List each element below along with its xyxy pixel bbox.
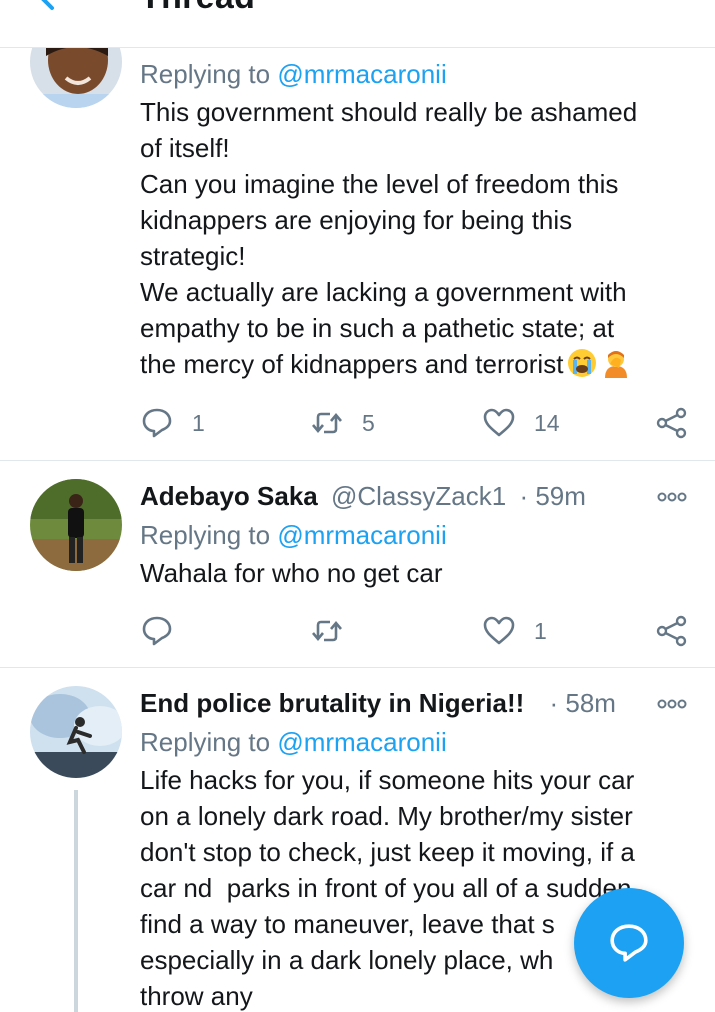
thread-connector bbox=[74, 790, 78, 1012]
tweet-line: Wahala for who no get car bbox=[140, 558, 443, 588]
reply-button[interactable] bbox=[140, 613, 192, 649]
share-icon bbox=[656, 407, 687, 439]
compose-reply-icon bbox=[610, 924, 648, 962]
share-button[interactable] bbox=[655, 613, 689, 649]
avatar[interactable] bbox=[30, 686, 122, 778]
crying-face-icon bbox=[568, 349, 597, 377]
share-icon bbox=[656, 615, 687, 647]
like-button[interactable]: 14 bbox=[482, 405, 560, 441]
compose-reply-button[interactable] bbox=[574, 888, 684, 998]
tweet-line: of itself! bbox=[140, 133, 230, 163]
mention-link[interactable]: @mrmacaronii bbox=[277, 59, 446, 89]
heart-icon bbox=[483, 616, 515, 645]
top-bar: Thread bbox=[0, 0, 715, 48]
more-icon[interactable] bbox=[657, 491, 687, 503]
tweet-line: don't stop to check, just keep it moving… bbox=[140, 837, 635, 867]
back-arrow-icon[interactable] bbox=[30, 0, 66, 14]
tweet-actions: 1 bbox=[140, 613, 690, 649]
tweet-line: Life hacks for you, if someone hits your… bbox=[140, 765, 635, 795]
tweet-line: empathy to be in such a pathetic state; … bbox=[140, 313, 615, 343]
tweet-header: Adebayo Saka @ClassyZack1 · 59m bbox=[140, 481, 685, 511]
tweet-line: strategic! bbox=[140, 241, 246, 271]
tweet-line: This government should really be ashamed bbox=[140, 97, 638, 127]
tweet-line: We actually are lacking a government wit… bbox=[140, 277, 627, 307]
heart-icon bbox=[483, 408, 515, 437]
replying-to: Replying to @mrmacaronii bbox=[140, 520, 447, 550]
retweet-icon bbox=[312, 620, 342, 642]
tweet-text: This government should really be ashamed… bbox=[140, 94, 685, 382]
tweet-line: Can you imagine the level of freedom thi… bbox=[140, 169, 619, 199]
reply-icon bbox=[142, 616, 172, 646]
tweet-2[interactable]: Adebayo Saka @ClassyZack1 · 59m Replying… bbox=[0, 461, 715, 667]
mention-link[interactable]: @mrmacaronii bbox=[277, 520, 446, 550]
like-count: 14 bbox=[534, 409, 560, 436]
like-button[interactable]: 1 bbox=[482, 613, 547, 649]
reply-button[interactable]: 1 bbox=[140, 405, 205, 441]
retweet-button[interactable] bbox=[310, 613, 362, 649]
mention-link[interactable]: @mrmacaronii bbox=[277, 727, 446, 757]
reply-count: 1 bbox=[192, 409, 205, 436]
tweet-line: kidnappers are enjoying for being this bbox=[140, 205, 573, 235]
tweet-line: on a lonely dark road. My brother/my sis… bbox=[140, 801, 633, 831]
tweet-line: the mercy of kidnappers and terrorist bbox=[140, 346, 685, 382]
replying-to: Replying to @mrmacaronii bbox=[140, 59, 447, 89]
tweet-header: End police brutality in Nigeria!! · 58m bbox=[140, 688, 685, 718]
tweet-1[interactable]: Replying to @mrmacaronii This government… bbox=[0, 0, 715, 460]
handle[interactable]: @ClassyZack1 bbox=[331, 481, 506, 511]
timestamp[interactable]: · 59m bbox=[519, 481, 585, 511]
avatar[interactable] bbox=[30, 479, 122, 571]
tweet-text: Wahala for who no get car bbox=[140, 555, 685, 591]
display-name[interactable]: Adebayo Saka bbox=[140, 481, 318, 511]
like-count: 1 bbox=[534, 617, 547, 644]
display-name[interactable]: End police brutality in Nigeria!! bbox=[140, 688, 524, 718]
replying-to: Replying to @mrmacaronii bbox=[140, 727, 447, 757]
more-icon[interactable] bbox=[657, 698, 687, 710]
retweet-icon bbox=[312, 412, 342, 434]
share-button[interactable] bbox=[655, 405, 689, 441]
reply-icon bbox=[142, 408, 172, 438]
tweet-actions: 1 5 14 bbox=[140, 405, 690, 441]
timestamp[interactable]: · 58m bbox=[550, 688, 616, 718]
page-title: Thread bbox=[140, 0, 255, 17]
retweet-button[interactable]: 5 bbox=[310, 405, 375, 441]
retweet-count: 5 bbox=[362, 409, 375, 436]
facepalm-icon bbox=[605, 351, 628, 378]
